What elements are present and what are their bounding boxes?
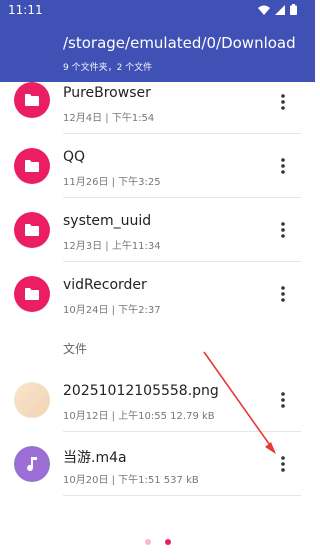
annotation-arrow	[203, 351, 276, 454]
page-dot-active[interactable]	[165, 539, 171, 545]
page-indicator	[145, 539, 171, 545]
page-dot[interactable]	[145, 539, 151, 545]
